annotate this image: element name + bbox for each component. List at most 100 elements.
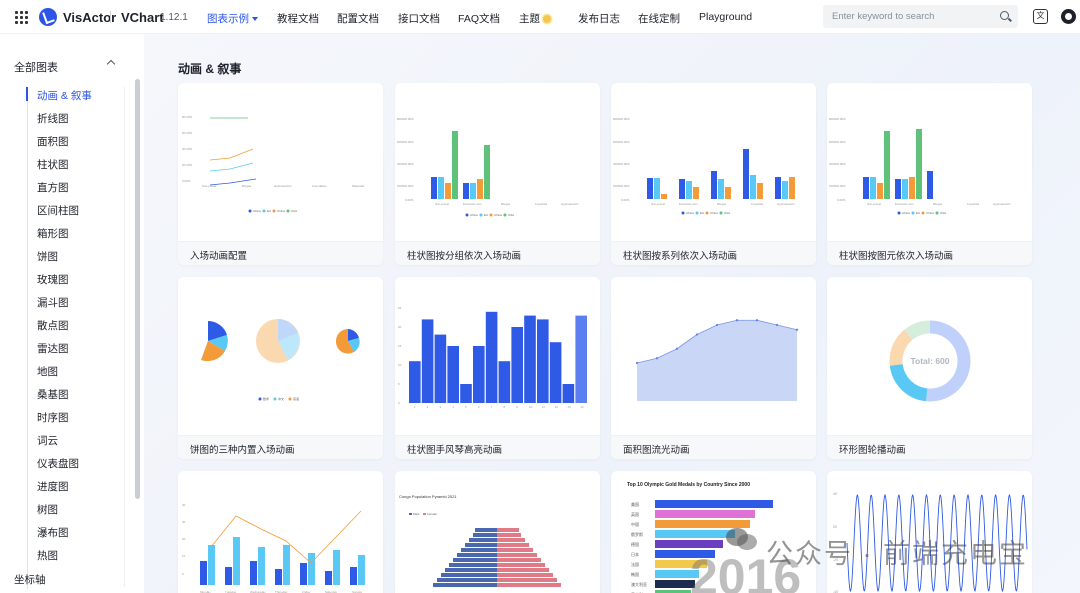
sidebar-item[interactable]: 饼图 — [37, 249, 58, 264]
example-card[interactable]: 40 30 20 10 0 Monday Tuesday Wednesday Thursday… — [178, 471, 383, 593]
github-icon[interactable] — [1061, 9, 1076, 24]
card-caption: 柱状图按分组依次入场动画 — [395, 241, 600, 265]
sidebar-item[interactable]: 箱形图 — [37, 226, 69, 241]
grouped-bar-thumbnail: 800000.00% 600000.00% 400000.00% 200000.00%… — [397, 117, 579, 217]
sidebar-item[interactable]: 玫瑰图 — [37, 272, 69, 287]
apps-grid-icon[interactable] — [15, 11, 29, 25]
nav-faq[interactable]: FAQ文档 — [458, 11, 500, 26]
card-title: 入场动画配置 — [190, 251, 248, 262]
area-point — [675, 347, 679, 350]
card-caption: 柱状图按系列依次入场动画 — [611, 241, 816, 265]
medal-country-label: 俄罗斯 — [631, 531, 643, 537]
x-tick-label: 12 — [555, 405, 559, 409]
sidebar-item[interactable]: 树图 — [37, 502, 58, 517]
svg-text:Africa: Africa — [902, 211, 910, 215]
sidebar-item[interactable]: 桑基图 — [37, 387, 69, 402]
sidebar-item[interactable]: 瀑布图 — [37, 525, 69, 540]
example-card[interactable]: 800000.00% 600000.00% 400000.00% 200000.00%… — [395, 83, 600, 265]
sidebar-item[interactable]: 面积图 — [37, 134, 69, 149]
donut-thumbnail: Total: 600 — [889, 320, 971, 402]
x-tick-label: 1 — [414, 405, 416, 409]
svg-text:800000.00%: 800000.00% — [397, 117, 414, 121]
sidebar-item[interactable]: 热图 — [37, 548, 58, 563]
x-tick-label: 10 — [529, 405, 533, 409]
medals-title: Top 10 Olympic Gold Medals by Country Si… — [627, 482, 750, 488]
nav-api[interactable]: 接口文档 — [398, 11, 440, 26]
sidebar-item[interactable]: 柱状图 — [37, 157, 69, 172]
area-point — [715, 323, 719, 327]
nav-options[interactable]: 配置文档 — [337, 11, 379, 26]
example-card[interactable]: 面积图流光动画 — [611, 277, 816, 459]
brand-name[interactable]: VisActor — [63, 10, 116, 25]
sidebar-item[interactable]: 地图 — [37, 364, 58, 379]
svg-text:0.00%: 0.00% — [621, 198, 630, 202]
sidebar-group-axis[interactable]: 坐标轴 — [14, 572, 46, 587]
example-card[interactable]: 80.00% 60.00% 40.00% 20.00% 0.00% Sun-power B… — [178, 83, 383, 265]
area-fill — [637, 320, 797, 401]
nav-changelog[interactable]: 发布日志 — [578, 11, 620, 26]
sidebar-item[interactable]: 区间柱图 — [37, 203, 79, 218]
svg-text:20: 20 — [833, 525, 837, 529]
example-card[interactable]: 0 5 10 15 20 25 1 2 3 4 5 6 7 8 9 10 11 12 13 14 柱状图手风琴高亮动画 — [395, 277, 600, 459]
svg-text:800000.00%: 800000.00% — [613, 117, 630, 121]
sidebar-item[interactable]: 折线图 — [37, 111, 69, 126]
svg-text:Sun-power: Sun-power — [435, 202, 450, 206]
card-title: 环形图轮播动画 — [839, 445, 906, 456]
svg-text:Biogas: Biogas — [501, 202, 511, 206]
sidebar-item[interactable]: 进度图 — [37, 479, 69, 494]
svg-text:60.00%: 60.00% — [182, 131, 193, 135]
sidebar-item[interactable]: 词云 — [37, 433, 58, 448]
svg-text:600000.00%: 600000.00% — [397, 140, 414, 144]
nav-playground[interactable]: Playground — [699, 11, 752, 23]
nav-theme[interactable]: 主题 — [519, 11, 551, 26]
svg-text:400000.00%: 400000.00% — [829, 162, 846, 166]
search-input[interactable]: Enter keyword to search — [832, 11, 934, 22]
sidebar-scrollbar[interactable] — [135, 79, 140, 499]
example-card[interactable]: 800000.00% 600000.00% 400000.00% 200000.00%… — [827, 83, 1032, 265]
svg-text:Female: Female — [427, 512, 437, 516]
example-card[interactable]: Total: 600 环形图轮播动画 — [827, 277, 1032, 459]
example-card[interactable]: 800000.00% 600000.00% 400000.00% 200000.00%… — [611, 83, 816, 265]
visactor-logo-icon[interactable] — [39, 8, 57, 26]
medal-country-label: 美国 — [631, 501, 639, 507]
card-caption: 柱状图手风琴高亮动画 — [395, 435, 600, 459]
sidebar-group-all-charts[interactable]: 全部图表 — [14, 59, 58, 75]
sidebar-item[interactable]: 仪表盘图 — [37, 456, 79, 471]
bar — [421, 319, 434, 403]
medal-country-label: 日本 — [631, 551, 639, 557]
svg-text:Sun-power: Sun-power — [651, 202, 666, 206]
main-content: 动画 & 叙事 80.00% 60.00% 40.00% 20.00% 0.00% Su… — [144, 34, 1080, 593]
sidebar-item[interactable]: 直方图 — [37, 180, 69, 195]
sidebar-item[interactable]: 漏斗图 — [37, 295, 69, 310]
svg-text:英语: 英语 — [293, 396, 299, 401]
svg-text:数学: 数学 — [263, 396, 269, 401]
y-tick-label: 5 — [398, 382, 400, 386]
header-divider — [110, 11, 111, 23]
sidebar-item[interactable]: 动画 & 叙事 — [37, 88, 92, 103]
sidebar-item[interactable]: 散点图 — [37, 318, 69, 333]
example-card[interactable]: 数学 中文 英语 饼图的三种内置入场动画 — [178, 277, 383, 459]
bar — [498, 361, 511, 403]
y-tick-label: 25 — [398, 306, 402, 310]
svg-text:Biogas: Biogas — [242, 184, 252, 188]
x-tick-label: 5 — [465, 405, 467, 409]
svg-text:Africa: Africa — [470, 213, 478, 217]
nav-tutorials[interactable]: 教程文档 — [277, 11, 319, 26]
search-box[interactable]: Enter keyword to search — [823, 5, 1018, 28]
translate-icon[interactable]: 文 — [1033, 9, 1048, 24]
sidebar-item[interactable]: 雷达图 — [37, 341, 69, 356]
nav-examples[interactable]: 图表示例 — [207, 11, 258, 26]
search-icon[interactable] — [1000, 11, 1009, 20]
area-glow-chart — [635, 319, 799, 401]
card-title: 面积图流光动画 — [623, 445, 690, 456]
sidebar-item[interactable]: 时序图 — [37, 410, 69, 425]
svg-text:80.00%: 80.00% — [182, 115, 193, 119]
svg-text:Africa: Africa — [686, 211, 694, 215]
example-card[interactable]: Congo Population Pyramid 2021 Male Female — [395, 471, 600, 593]
nav-customize[interactable]: 在线定制 — [638, 11, 680, 26]
sidebar-tree-line — [27, 89, 28, 589]
product-name[interactable]: VChart — [121, 10, 164, 25]
svg-text:Explosive-ism: Explosive-ism — [895, 202, 914, 206]
card-title: 饼图的三种内置入场动画 — [190, 445, 295, 456]
chevron-up-icon[interactable] — [106, 59, 116, 69]
